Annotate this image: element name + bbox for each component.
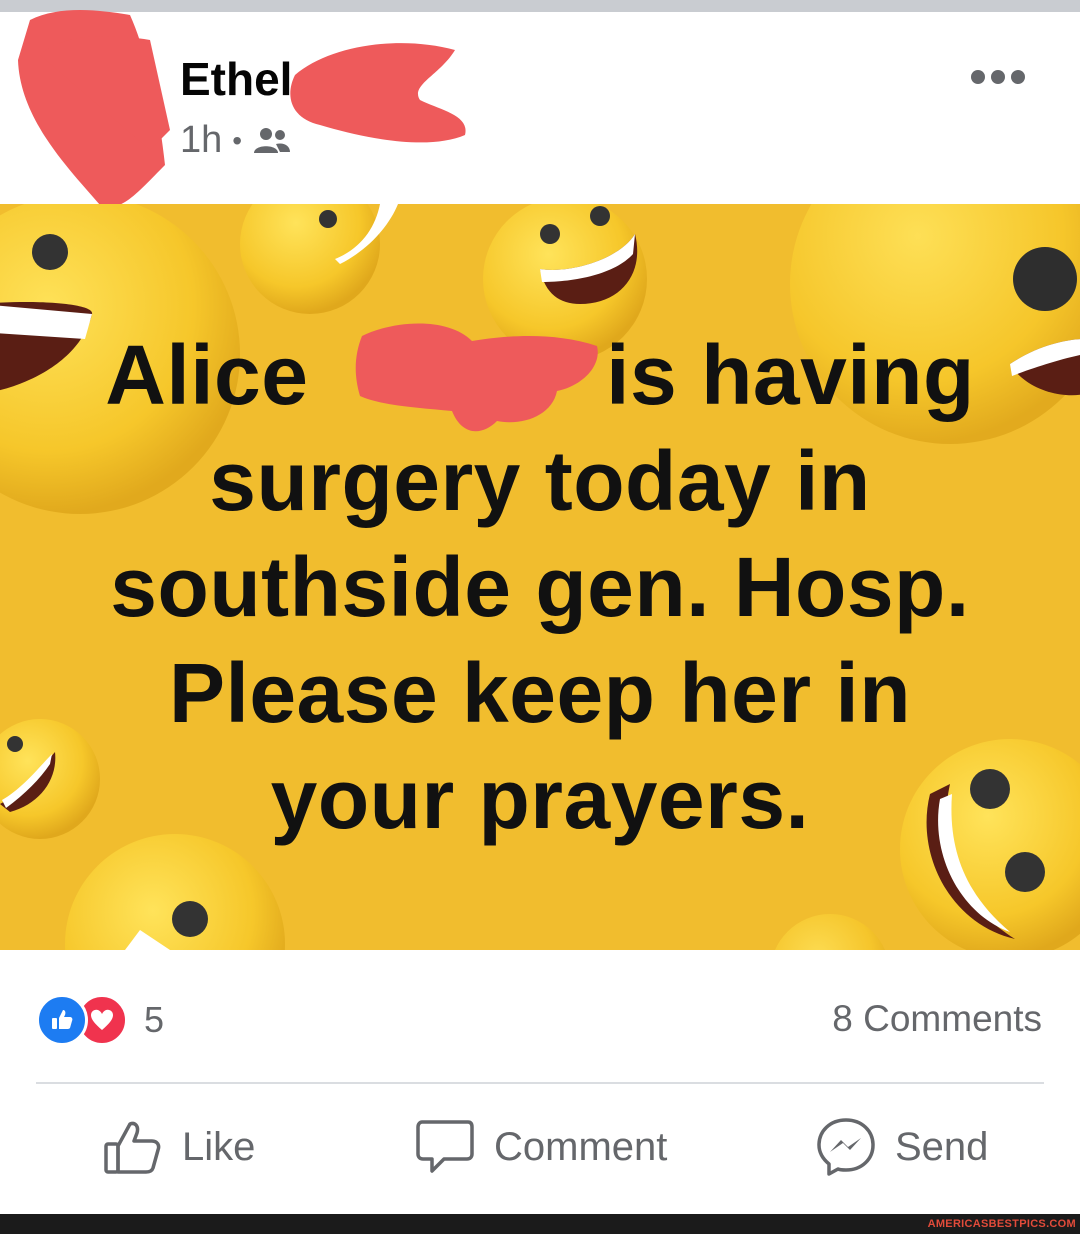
comment-bubble-icon — [416, 1120, 474, 1173]
text-line-2: surgery today in — [209, 434, 871, 528]
thumbs-up-reaction-icon — [36, 994, 88, 1046]
stats-divider — [36, 1082, 1044, 1084]
like-button[interactable]: Like — [102, 1116, 255, 1178]
post-image[interactable]: Alice is having surgery today in southsi… — [0, 204, 1080, 950]
text-line-4: Please keep her in — [168, 646, 912, 740]
watermark-text: AMERICASBESTPICS.COM — [927, 1218, 1076, 1230]
post-header: Ethel 1h • — [0, 10, 1080, 208]
text-line-3: southside gen. Hosp. — [110, 540, 970, 634]
like-label: Like — [182, 1124, 256, 1169]
post-actions: Like Comment Send — [0, 1086, 1080, 1214]
more-horizontal-icon[interactable] — [970, 68, 1026, 86]
reactions-summary[interactable]: 5 — [36, 994, 164, 1046]
messenger-icon — [817, 1118, 875, 1176]
text-line-1b: is having — [606, 328, 975, 422]
comments-count-link[interactable]: 8 Comments — [832, 998, 1042, 1040]
reaction-count: 5 — [144, 999, 165, 1040]
send-button[interactable]: Send — [815, 1116, 988, 1178]
text-line-5: your prayers. — [270, 752, 810, 846]
thumbs-up-icon — [104, 1121, 161, 1174]
redaction-scribble — [18, 10, 466, 208]
post-stats: 5 8 Comments — [0, 950, 1080, 1084]
comment-label: Comment — [494, 1124, 668, 1169]
comment-button[interactable]: Comment — [414, 1116, 667, 1178]
watermark-bar: AMERICASBESTPICS.COM — [0, 1214, 1080, 1234]
text-line-1a: Alice — [105, 328, 309, 422]
redaction-scribble-name — [355, 323, 598, 432]
send-label: Send — [895, 1124, 989, 1169]
